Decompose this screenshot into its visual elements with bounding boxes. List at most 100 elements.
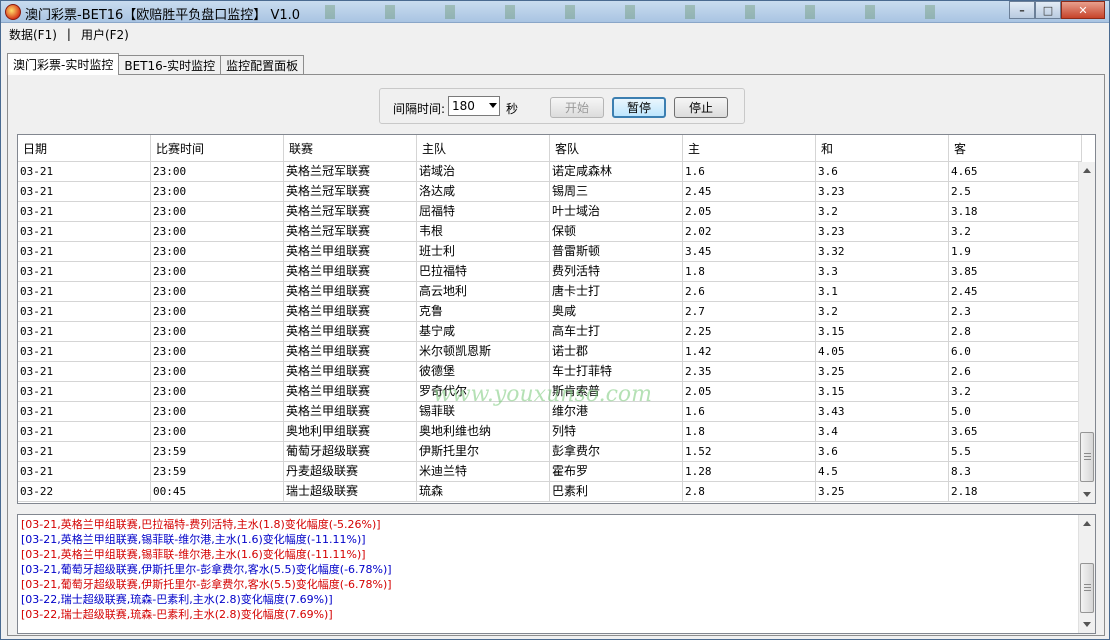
cell-home-odds: 2.05 xyxy=(683,202,816,222)
interval-select[interactable]: 180 xyxy=(448,96,500,116)
cell-away: 普雷斯顿 xyxy=(550,242,683,262)
cell-league: 英格兰冠军联赛 xyxy=(284,202,417,222)
table-row[interactable]: 03-21 23:00 英格兰甲组联赛 高云地利 唐卡士打 2.6 3.1 2.45 xyxy=(18,282,1082,302)
table-row[interactable]: 03-21 23:00 英格兰甲组联赛 基宁咸 高车士打 2.25 3.15 2.8 xyxy=(18,322,1082,342)
header-col-date[interactable]: 日期 xyxy=(18,135,151,162)
cell-away-odds: 3.2 xyxy=(949,382,1082,402)
grid-scroll-thumb[interactable] xyxy=(1080,432,1094,482)
cell-draw-odds: 4.05 xyxy=(816,342,949,362)
table-row[interactable]: 03-21 23:59 葡萄牙超级联赛 伊斯托里尔 彭拿费尔 1.52 3.6 5.5 xyxy=(18,442,1082,462)
minimize-button[interactable]: – xyxy=(1009,1,1035,19)
cell-league: 英格兰甲组联赛 xyxy=(284,242,417,262)
table-row[interactable]: 03-21 23:00 英格兰冠军联赛 诺域治 诺定咸森林 1.6 3.6 4.65 xyxy=(18,162,1082,182)
cell-match-time: 00:45 xyxy=(151,482,284,502)
odds-grid[interactable]: 日期 比赛时间 联赛 主队 客队主和客 03-21 23:00 英格兰冠军联赛 诺域治 诺定咸森… xyxy=(17,134,1096,504)
cell-league: 英格兰甲组联赛 xyxy=(284,362,417,382)
cell-home-odds: 2.35 xyxy=(683,362,816,382)
header-col-away-odds[interactable]: 客 xyxy=(949,135,1082,162)
interval-value: 180 xyxy=(452,99,475,113)
scroll-down-icon[interactable] xyxy=(1083,622,1091,627)
header-col-match-time[interactable]: 比赛时间 xyxy=(151,135,284,162)
table-row[interactable]: 03-21 23:00 英格兰甲组联赛 彼德堡 车士打菲特 2.35 3.25 2.6 xyxy=(18,362,1082,382)
table-row[interactable]: 03-21 23:00 奥地利甲组联赛 奥地利维也纳 列特 1.8 3.4 3.65 xyxy=(18,422,1082,442)
cell-away-odds: 5.5 xyxy=(949,442,1082,462)
menu-user[interactable]: 用户(F2) xyxy=(79,26,131,43)
tab-bet16-monitor[interactable]: BET16-实时监控 xyxy=(118,55,222,75)
table-row[interactable]: 03-21 23:00 英格兰甲组联赛 罗奇代尔 斯肯索普 2.05 3.15 3.2 xyxy=(18,382,1082,402)
cell-league: 英格兰甲组联赛 xyxy=(284,262,417,282)
table-row[interactable]: 03-21 23:00 英格兰甲组联赛 锡菲联 维尔港 1.6 3.43 5.0 xyxy=(18,402,1082,422)
start-button[interactable]: 开始 xyxy=(550,97,604,118)
header-col-home[interactable]: 主队 xyxy=(417,135,550,162)
cell-draw-odds: 4.5 xyxy=(816,462,949,482)
monitor-controls: 间隔时间: 180 秒 开始 暂停 停止 xyxy=(379,88,745,124)
table-row[interactable]: 03-21 23:00 英格兰甲组联赛 班士利 普雷斯顿 3.45 3.32 1.9 xyxy=(18,242,1082,262)
pause-button[interactable]: 暂停 xyxy=(612,97,666,118)
maximize-button[interactable]: □ xyxy=(1035,1,1061,19)
tab-macau-monitor[interactable]: 澳门彩票-实时监控 xyxy=(7,53,120,75)
grid-scrollbar[interactable] xyxy=(1078,162,1095,503)
cell-home: 罗奇代尔 xyxy=(417,382,550,402)
log-entry: [03-21,英格兰甲组联赛,巴拉福特-费列活特,主水(1.8)变化幅度(-5.… xyxy=(21,518,381,531)
cell-away-odds: 3.85 xyxy=(949,262,1082,282)
scroll-up-icon[interactable] xyxy=(1083,521,1091,526)
log-entry: [03-22,瑞士超级联赛,琉森-巴素利,主水(2.8)变化幅度(7.69%)] xyxy=(21,608,333,621)
scroll-down-icon[interactable] xyxy=(1083,492,1091,497)
cell-date: 03-21 xyxy=(18,422,151,442)
table-row[interactable]: 03-21 23:00 英格兰甲组联赛 米尔顿凯恩斯 诺士郡 1.42 4.05 6.0 xyxy=(18,342,1082,362)
cell-home-odds: 1.42 xyxy=(683,342,816,362)
cell-date: 03-21 xyxy=(18,462,151,482)
tab-strip: 澳门彩票-实时监控 BET16-实时监控 监控配置面板 xyxy=(7,53,305,75)
grid-body: 03-21 23:00 英格兰冠军联赛 诺域治 诺定咸森林 1.6 3.6 4.65 03-21… xyxy=(18,162,1082,502)
cell-draw-odds: 3.23 xyxy=(816,222,949,242)
cell-draw-odds: 3.6 xyxy=(816,162,949,182)
cell-home: 基宁咸 xyxy=(417,322,550,342)
app-window: 澳门彩票-BET16【欧赔胜平负盘口监控】 V1.0 – □ ✕ 数据(F1) … xyxy=(0,0,1110,640)
change-log[interactable]: [03-21,英格兰甲组联赛,巴拉福特-费列活特,主水(1.8)变化幅度(-5.… xyxy=(17,514,1096,634)
chevron-down-icon[interactable] xyxy=(489,103,497,108)
cell-home: 奥地利维也纳 xyxy=(417,422,550,442)
cell-home: 韦根 xyxy=(417,222,550,242)
header-col-home-odds[interactable]: 主 xyxy=(683,135,816,162)
cell-away-odds: 2.5 xyxy=(949,182,1082,202)
cell-away: 巴素利 xyxy=(550,482,683,502)
table-row[interactable]: 03-21 23:00 英格兰冠军联赛 韦根 保顿 2.02 3.23 3.2 xyxy=(18,222,1082,242)
log-entry: [03-21,英格兰甲组联赛,锡菲联-维尔港,主水(1.6)变化幅度(-11.1… xyxy=(21,533,366,546)
cell-date: 03-21 xyxy=(18,242,151,262)
cell-match-time: 23:00 xyxy=(151,162,284,182)
cell-home: 屈福特 xyxy=(417,202,550,222)
cell-away-odds: 2.8 xyxy=(949,322,1082,342)
cell-away-odds: 3.2 xyxy=(949,222,1082,242)
cell-home: 锡菲联 xyxy=(417,402,550,422)
table-row[interactable]: 03-21 23:59 丹麦超级联赛 米迪兰特 霍布罗 1.28 4.5 8.3 xyxy=(18,462,1082,482)
table-row[interactable]: 03-21 23:00 英格兰甲组联赛 克鲁 奥咸 2.7 3.2 2.3 xyxy=(18,302,1082,322)
menu-data[interactable]: 数据(F1) xyxy=(7,26,59,43)
log-entry: [03-21,葡萄牙超级联赛,伊斯托里尔-彭拿费尔,客水(5.5)变化幅度(-6… xyxy=(21,578,392,591)
cell-league: 葡萄牙超级联赛 xyxy=(284,442,417,462)
table-row[interactable]: 03-22 00:45 瑞士超级联赛 琉森 巴素利 2.8 3.25 2.18 xyxy=(18,482,1082,502)
stop-button[interactable]: 停止 xyxy=(674,97,728,118)
cell-home-odds: 2.7 xyxy=(683,302,816,322)
table-row[interactable]: 03-21 23:00 英格兰冠军联赛 屈福特 叶士域治 2.05 3.2 3.18 xyxy=(18,202,1082,222)
scroll-up-icon[interactable] xyxy=(1083,168,1091,173)
cell-match-time: 23:00 xyxy=(151,222,284,242)
cell-league: 丹麦超级联赛 xyxy=(284,462,417,482)
close-button[interactable]: ✕ xyxy=(1061,1,1105,19)
log-scroll-thumb[interactable] xyxy=(1080,563,1094,613)
cell-league: 英格兰甲组联赛 xyxy=(284,302,417,322)
log-scrollbar[interactable] xyxy=(1078,515,1095,633)
grid-header: 日期 比赛时间 联赛 主队 客队主和客 xyxy=(18,135,1082,162)
cell-home: 班士利 xyxy=(417,242,550,262)
cell-date: 03-21 xyxy=(18,222,151,242)
header-col-away[interactable]: 客队 xyxy=(550,135,683,162)
cell-draw-odds: 3.4 xyxy=(816,422,949,442)
header-col-league[interactable]: 联赛 xyxy=(284,135,417,162)
cell-match-time: 23:00 xyxy=(151,362,284,382)
cell-home-odds: 1.52 xyxy=(683,442,816,462)
table-row[interactable]: 03-21 23:00 英格兰冠军联赛 洛达咸 锡周三 2.45 3.23 2.5 xyxy=(18,182,1082,202)
title-bar[interactable]: 澳门彩票-BET16【欧赔胜平负盘口监控】 V1.0 – □ ✕ xyxy=(1,1,1109,23)
cell-league: 英格兰冠军联赛 xyxy=(284,162,417,182)
tab-config-panel[interactable]: 监控配置面板 xyxy=(220,55,305,75)
header-col-draw-odds[interactable]: 和 xyxy=(816,135,949,162)
table-row[interactable]: 03-21 23:00 英格兰甲组联赛 巴拉福特 费列活特 1.8 3.3 3.85 xyxy=(18,262,1082,282)
